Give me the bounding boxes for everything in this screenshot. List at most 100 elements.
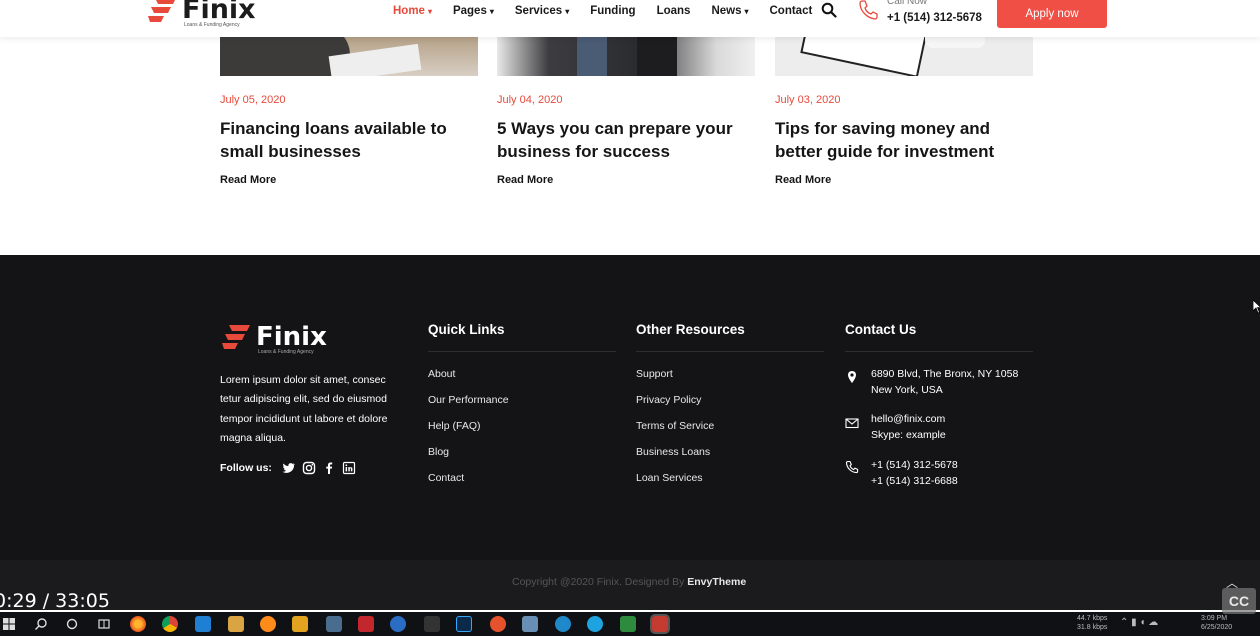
- address-line1: 6890 Blvd, The Bronx, NY 1058: [871, 368, 1019, 380]
- footer-link-contact[interactable]: Contact: [428, 472, 464, 484]
- copyright-text: Copyright @2020 Finix. Designed By: [512, 576, 685, 588]
- follow-label: Follow us:: [220, 462, 272, 474]
- phone-link-2[interactable]: +1 (514) 312-6688: [871, 473, 958, 489]
- recorder-icon[interactable]: [650, 614, 670, 634]
- footer-logo[interactable]: Finix Loans & Funding Agency: [220, 322, 327, 355]
- nav-home[interactable]: Home ▾: [393, 5, 432, 17]
- footer-link-blog[interactable]: Blog: [428, 446, 449, 458]
- blog-title[interactable]: Tips for saving money and better guide f…: [775, 117, 1025, 163]
- phone-icon: [845, 460, 859, 474]
- email-link[interactable]: hello@finix.com: [871, 411, 946, 427]
- nav-loans[interactable]: Loans: [657, 5, 691, 17]
- read-more-link[interactable]: Read More: [775, 174, 831, 186]
- closed-captions-button[interactable]: CC: [1222, 588, 1256, 614]
- contact-email: hello@finix.com Skype: example: [871, 411, 946, 443]
- net-up: 31.8 kbps: [1077, 624, 1108, 631]
- app-icon[interactable]: [390, 616, 406, 632]
- footer-link-about[interactable]: About: [428, 368, 455, 380]
- nav-funding[interactable]: Funding: [590, 5, 635, 17]
- copyright: Copyright @2020 Finix. Designed By EnvyT…: [512, 576, 746, 588]
- footer-link-business-loans[interactable]: Business Loans: [636, 446, 710, 458]
- firefox-icon[interactable]: [130, 616, 146, 632]
- footer-logo-tagline: Loans & Funding Agency: [258, 349, 314, 355]
- windows-taskbar: 44.7 kbps 31.8 kbps ⌃ ▮ ◖ ☁ 3:09 PM 6/25…: [0, 612, 1260, 636]
- twitter-icon[interactable]: [282, 461, 296, 475]
- read-more-link[interactable]: Read More: [497, 174, 553, 186]
- apply-now-button[interactable]: Apply now: [997, 0, 1107, 28]
- blog-title[interactable]: 5 Ways you can prepare your business for…: [497, 117, 747, 163]
- nav-news[interactable]: News ▾: [711, 5, 748, 17]
- tool-icon[interactable]: [424, 616, 440, 632]
- divider: [636, 351, 824, 352]
- mouse-cursor-icon: [1253, 300, 1260, 314]
- read-more-link[interactable]: Read More: [220, 174, 276, 186]
- nav-funding-label: Funding: [590, 5, 636, 17]
- clock[interactable]: 3:09 PM 6/25/2020: [1201, 614, 1232, 632]
- video-timestamp: 0:29 / 33:05: [0, 590, 110, 612]
- call-box[interactable]: Call Now +1 (514) 312-5678: [857, 0, 982, 26]
- phone-icon: [859, 0, 878, 20]
- mail-icon[interactable]: [326, 616, 342, 632]
- nav-pages-label: Pages: [452, 5, 487, 17]
- clock-time: 3:09 PM: [1201, 615, 1228, 622]
- camtasia-icon[interactable]: [620, 616, 636, 632]
- phone-link-1[interactable]: +1 (514) 312-5678: [871, 457, 958, 473]
- logo-tagline: Loans & Funding Agency: [184, 22, 240, 28]
- map-pin-icon: [848, 371, 856, 383]
- chevron-down-icon: ▾: [744, 6, 749, 16]
- footer-link-terms[interactable]: Terms of Service: [636, 420, 714, 432]
- cortana-icon[interactable]: [64, 616, 80, 632]
- windows-start-icon[interactable]: [1, 616, 17, 632]
- envelope-icon: [845, 418, 859, 429]
- footer-link-help-faq[interactable]: Help (FAQ): [428, 420, 481, 432]
- page: { "header": { "logo_text": "Finix", "log…: [0, 0, 1260, 636]
- footer-logo-text: Finix: [256, 322, 327, 352]
- clock-date: 6/25/2020: [1201, 624, 1233, 631]
- filezilla-icon[interactable]: [358, 616, 374, 632]
- quick-links-title: Quick Links: [428, 322, 505, 337]
- site-logo[interactable]: Finix Loans & Funding Agency: [146, 0, 256, 28]
- chrome-icon[interactable]: [162, 616, 178, 632]
- footer-about-text: Lorem ipsum dolor sit amet, consec tetur…: [220, 374, 388, 444]
- site-footer: Finix Loans & Funding Agency Lorem ipsum…: [0, 255, 1260, 610]
- site-header: Finix Loans & Funding Agency Home ▾ Pages…: [0, 0, 1260, 37]
- designer-link[interactable]: EnvyTheme: [687, 576, 746, 588]
- nav-loans-label: Loans: [656, 5, 691, 17]
- blog-date: July 04, 2020: [497, 94, 563, 106]
- facebook-icon[interactable]: [322, 461, 336, 475]
- blog-title[interactable]: Financing loans available to small busin…: [220, 117, 470, 163]
- nav-pages[interactable]: Pages ▾: [453, 5, 494, 17]
- footer-link-privacy-policy[interactable]: Privacy Policy: [636, 394, 701, 406]
- footer-link-support[interactable]: Support: [636, 368, 673, 380]
- file-explorer-icon[interactable]: [228, 616, 244, 632]
- search-icon[interactable]: [821, 2, 837, 18]
- chevron-down-icon: ▾: [489, 6, 494, 16]
- chevron-down-icon: ▾: [565, 6, 570, 16]
- search-app-icon[interactable]: [260, 616, 276, 632]
- search-icon[interactable]: [33, 616, 49, 632]
- linkedin-icon[interactable]: [342, 461, 356, 475]
- footer-link-our-performance[interactable]: Our Performance: [428, 394, 509, 406]
- skype-icon-2[interactable]: [587, 616, 603, 632]
- sublime-icon[interactable]: [292, 616, 308, 632]
- task-view-icon[interactable]: [96, 616, 112, 632]
- footer-link-loan-services[interactable]: Loan Services: [636, 472, 703, 484]
- notes-icon[interactable]: [522, 616, 538, 632]
- photoshop-icon[interactable]: [456, 616, 472, 632]
- finix-logo-icon: [222, 325, 250, 349]
- nav-services[interactable]: Services ▾: [515, 5, 569, 17]
- nav-contact[interactable]: Contact: [770, 5, 813, 17]
- nav-news-label: News: [711, 5, 742, 17]
- tray-icons[interactable]: ⌃ ▮ ◖ ☁: [1120, 618, 1158, 628]
- call-label: Call Now: [887, 0, 928, 7]
- main-nav: Home ▾ Pages ▾ Services ▾ Funding Loans New…: [393, 5, 833, 17]
- skype-icon[interactable]: [555, 616, 571, 632]
- contact-address: 6890 Blvd, The Bronx, NY 1058 New York, …: [871, 366, 1018, 398]
- skype-text: Skype: example: [871, 429, 946, 441]
- call-number[interactable]: +1 (514) 312-5678: [887, 11, 982, 26]
- browser-icon[interactable]: [490, 616, 506, 632]
- follow-us: Follow us:: [220, 461, 362, 475]
- vscode-icon[interactable]: [195, 616, 211, 632]
- instagram-icon[interactable]: [302, 461, 316, 475]
- contact-us-title: Contact Us: [845, 322, 917, 337]
